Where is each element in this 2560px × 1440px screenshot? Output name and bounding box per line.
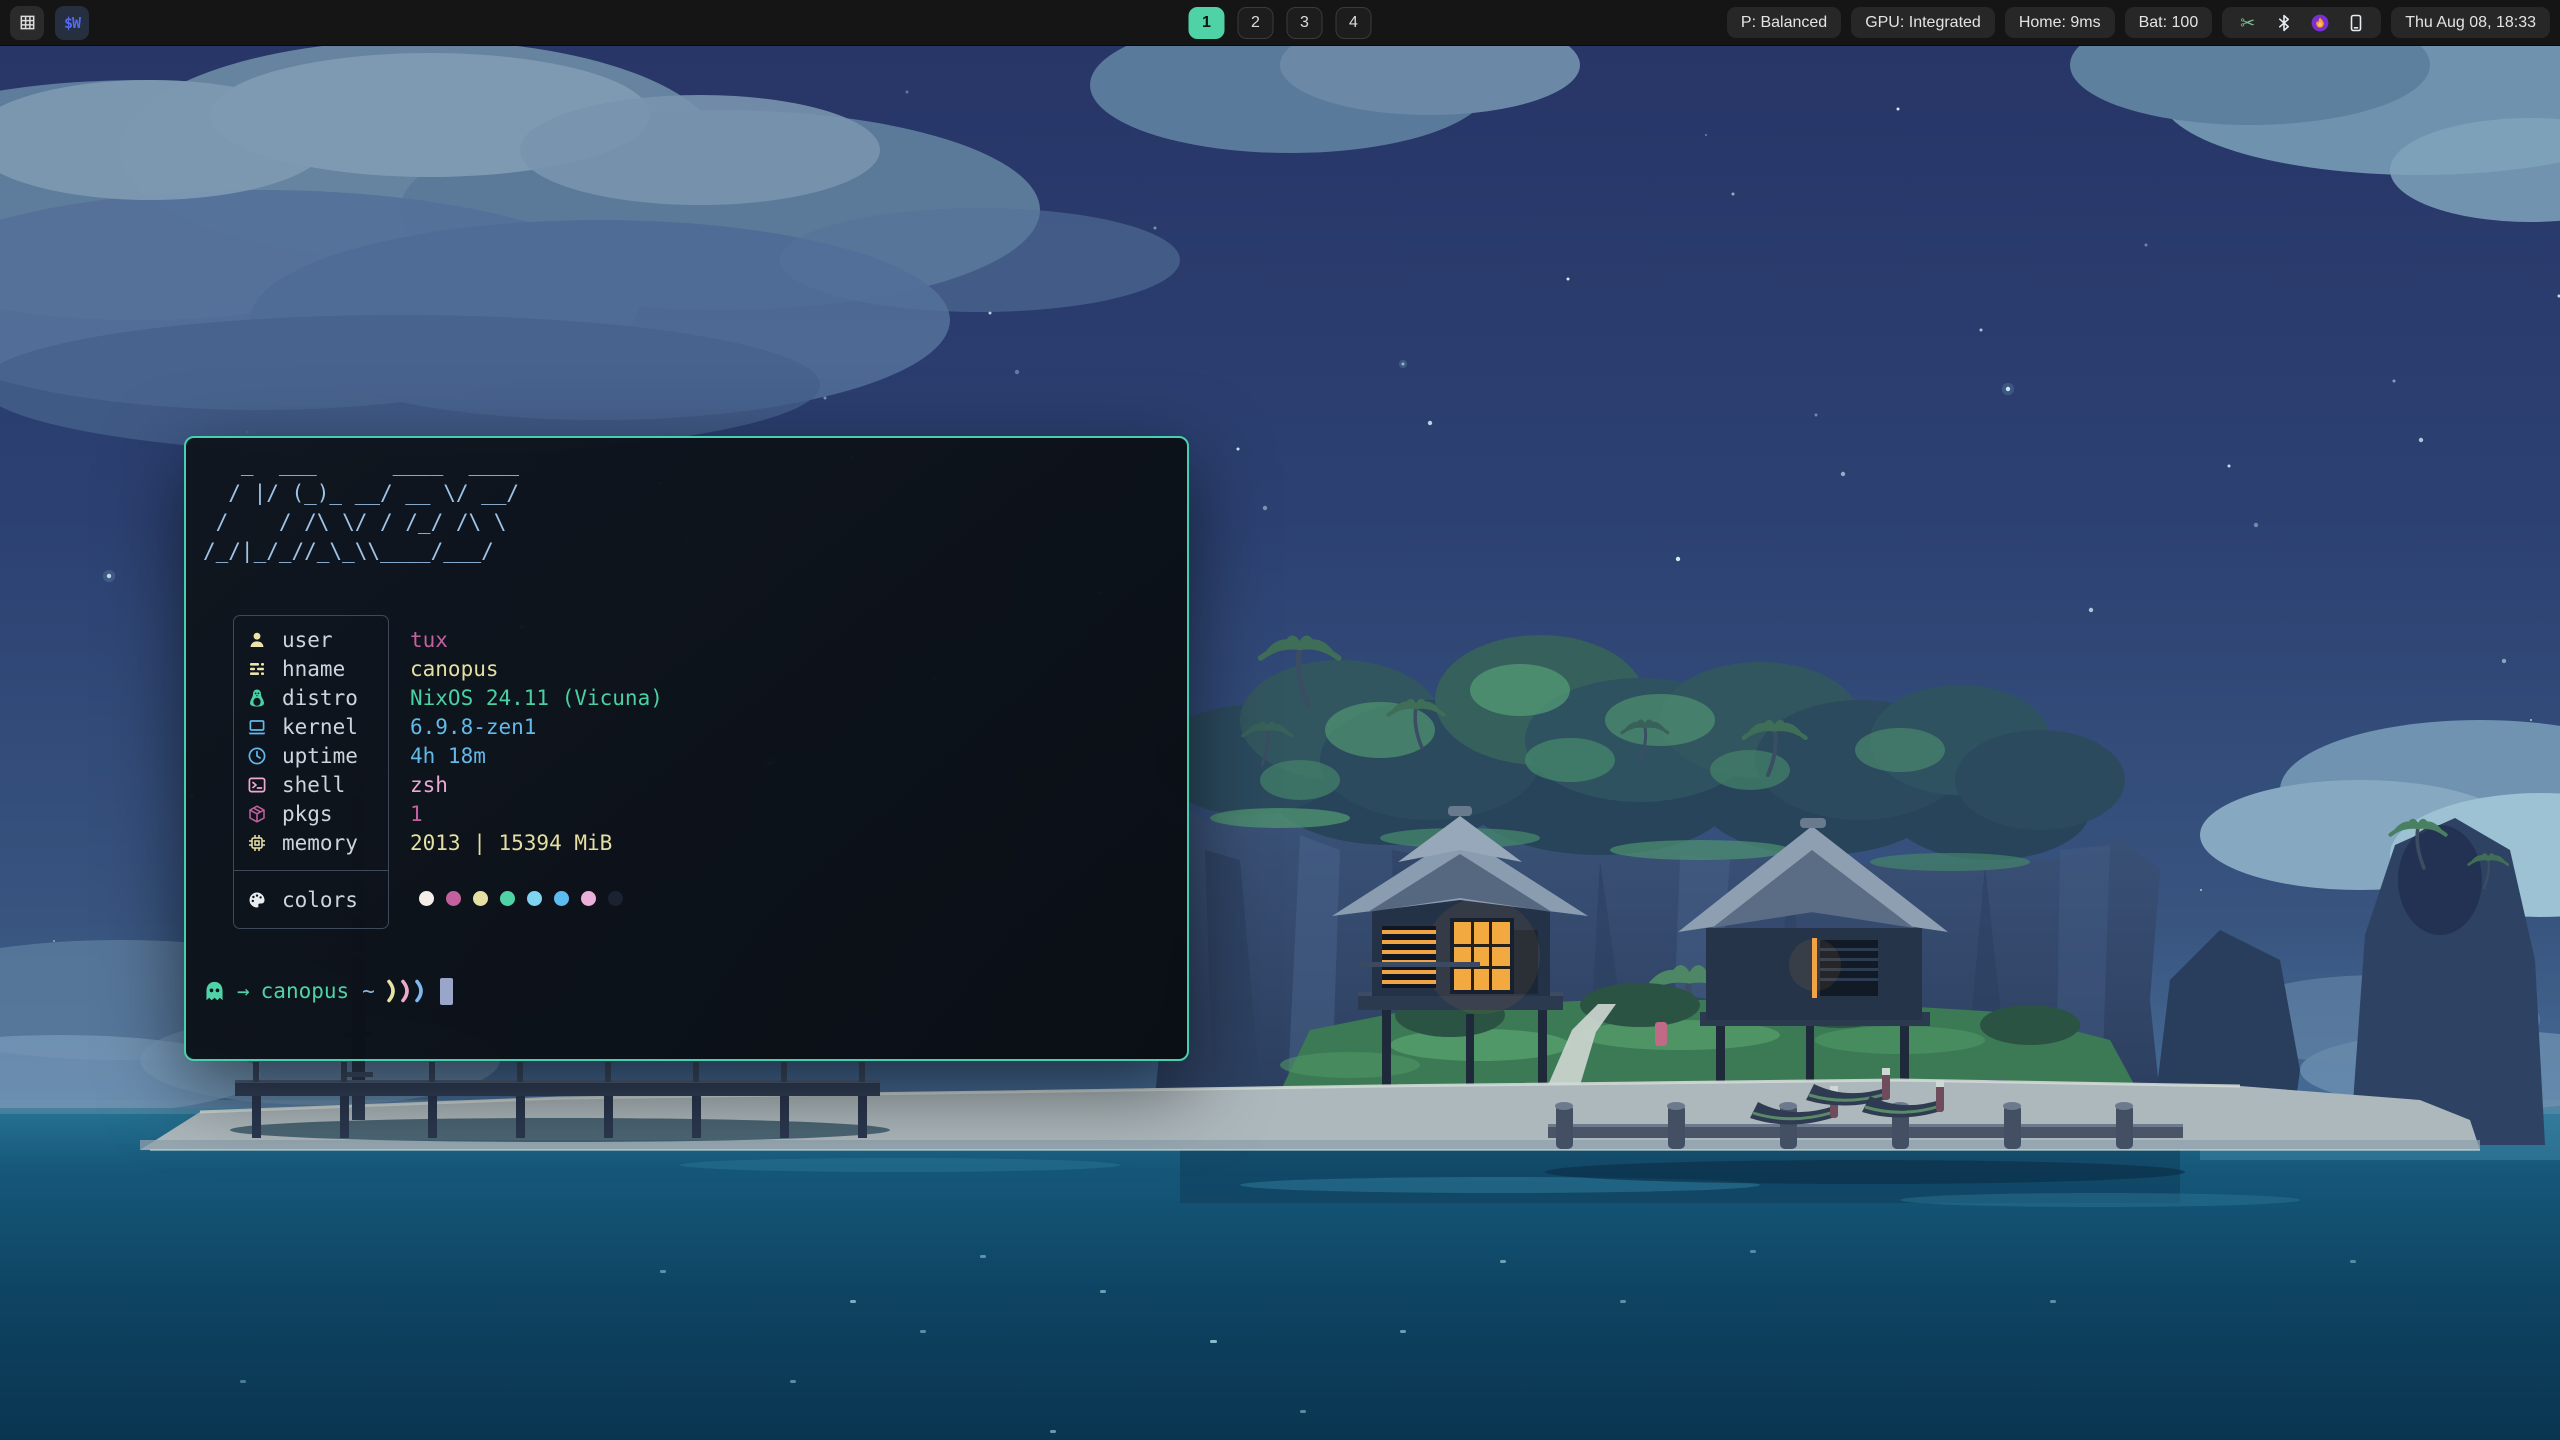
terminal-window[interactable]: _ ___ ____ ____ / |/ (_)_ __/ __ \/ __/ … (184, 436, 1189, 1061)
ascii-logo: _ ___ ____ ____ / |/ (_)_ __/ __ \/ __/ … (203, 450, 519, 566)
color-swatch-7 (608, 891, 623, 906)
topbar: $W 1234 P: Balanced GPU: Integrated Home: … (0, 0, 2560, 46)
fetch-table: user hname distro kernel uptime shell pkgs memo… (233, 615, 663, 929)
phone-icon[interactable] (2345, 12, 2366, 33)
info-value-kernel: 6.9.8-zen1 (410, 712, 663, 741)
color-swatch-1 (446, 891, 461, 906)
info-label-hname: hname (234, 654, 388, 683)
fetch-values: tuxcanopusNixOS 24.11 (Vicuna)6.9.8-zen1… (410, 615, 663, 929)
power-profile-pill[interactable]: P: Balanced (1727, 7, 1841, 38)
info-label-text-hname: hname (282, 657, 345, 681)
list-icon (247, 659, 267, 679)
fetch-value-rows: tuxcanopusNixOS 24.11 (Vicuna)6.9.8-zen1… (410, 625, 663, 857)
fetch-label-box: user hname distro kernel uptime shell pkgs memo… (233, 615, 389, 929)
desktop: $W 1234 P: BalancedGPU: IntegratedHome: … (0, 0, 2560, 1440)
info-label-distro: distro (234, 683, 388, 712)
battery-pill[interactable]: Bat: 100 (2125, 7, 2213, 38)
colors-label: colors (282, 888, 358, 912)
gpu-pill[interactable]: GPU: Integrated (1851, 7, 1995, 38)
info-label-text-memory: memory (282, 831, 358, 855)
bluetooth-icon[interactable] (2273, 12, 2294, 33)
package-icon (247, 804, 267, 824)
info-value-memory: 2013 | 15394 MiB (410, 828, 663, 857)
penguin-icon (247, 688, 267, 708)
prompt-chevrons (386, 978, 427, 1004)
info-label-text-distro: distro (282, 686, 358, 710)
workspaces: 1234 (1189, 7, 1372, 39)
info-label-text-shell: shell (282, 773, 345, 797)
prompt-arrow: → (237, 979, 250, 1003)
info-label-text-user: user (282, 628, 333, 652)
terminal-icon (247, 775, 267, 795)
chevron-right-icon (386, 978, 399, 1004)
logo-button[interactable]: $W (55, 6, 89, 40)
chip-icon (247, 833, 267, 853)
info-label-text-kernel: kernel (282, 715, 358, 739)
clock-icon (247, 746, 267, 766)
info-value-distro: NixOS 24.11 (Vicuna) (410, 683, 663, 712)
color-swatch-3 (500, 891, 515, 906)
clock[interactable]: Thu Aug 08, 18:33 (2391, 7, 2550, 38)
color-swatches (410, 870, 663, 927)
prompt-cwd: ~ (362, 979, 375, 1003)
bar-left: $W (10, 6, 89, 40)
laptop-icon (247, 717, 267, 737)
shell-prompt[interactable]: → canopus ~ (203, 976, 453, 1006)
workspace-button-2[interactable]: 2 (1238, 7, 1274, 39)
logo-text: $W (64, 14, 80, 32)
color-swatch-0 (419, 891, 434, 906)
info-label-pkgs: pkgs (234, 799, 388, 828)
color-swatch-6 (581, 891, 596, 906)
info-value-user: tux (410, 625, 663, 654)
ghost-icon (203, 980, 226, 1003)
bar-right: P: Balanced GPU: Integrated Home: 9ms Bat: … (1727, 7, 2550, 38)
workspace-button-1[interactable]: 1 (1189, 7, 1225, 39)
info-value-hname: canopus (410, 654, 663, 683)
info-label-memory: memory (234, 828, 388, 857)
chevron-right-icon (400, 978, 413, 1004)
status-pills: P: Balanced GPU: Integrated Home: 9ms Bat: … (1727, 7, 2212, 38)
launcher-button[interactable] (10, 6, 44, 40)
scissors-icon[interactable]: ✂ (2237, 12, 2258, 33)
color-swatch-2 (473, 891, 488, 906)
info-value-pkgs: 1 (410, 799, 663, 828)
palette-icon (247, 890, 267, 910)
info-value-uptime: 4h 18m (410, 741, 663, 770)
text-cursor (440, 978, 453, 1005)
system-tray: ✂ (2222, 7, 2381, 38)
chevron-right-icon (414, 978, 427, 1004)
info-value-shell: zsh (410, 770, 663, 799)
workspace-button-3[interactable]: 3 (1287, 7, 1323, 39)
info-label-text-uptime: uptime (282, 744, 358, 768)
colors-row: colors (234, 871, 388, 928)
flame-icon[interactable] (2309, 12, 2330, 33)
info-label-kernel: kernel (234, 712, 388, 741)
fetch-label-rows: user hname distro kernel uptime shell pkgs memo… (234, 625, 388, 857)
user-icon (247, 630, 267, 650)
color-swatch-4 (527, 891, 542, 906)
latency-pill[interactable]: Home: 9ms (2005, 7, 2115, 38)
info-label-text-pkgs: pkgs (282, 802, 333, 826)
info-label-shell: shell (234, 770, 388, 799)
info-label-user: user (234, 625, 388, 654)
color-swatch-5 (554, 891, 569, 906)
info-label-uptime: uptime (234, 741, 388, 770)
prompt-host: canopus (261, 979, 350, 1003)
workspace-button-4[interactable]: 4 (1336, 7, 1372, 39)
app-grid-icon (18, 13, 37, 32)
